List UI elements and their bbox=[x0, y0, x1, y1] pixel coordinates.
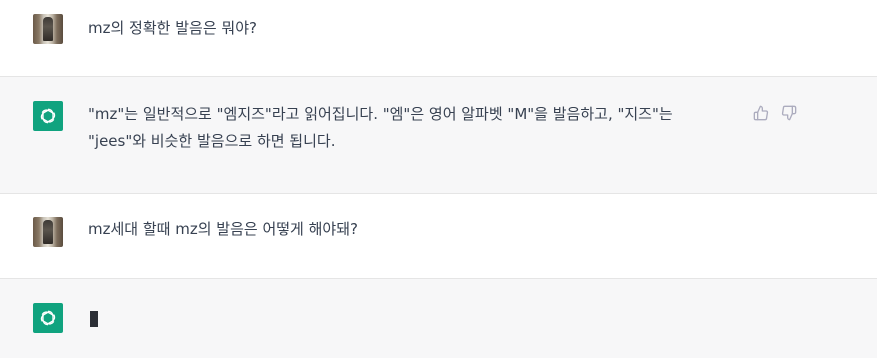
thumbs-up-icon[interactable] bbox=[752, 104, 770, 122]
chat-thread: mz의 정확한 발음은 뭐야? "mz"는 일반적으로 "엠지즈"라고 읽어집니… bbox=[0, 0, 877, 358]
user-message: mz세대 할때 mz의 발음은 어떻게 해야돼? bbox=[0, 194, 877, 278]
feedback-buttons bbox=[752, 104, 798, 122]
typing-cursor bbox=[90, 311, 98, 327]
assistant-message-text-line1: "mz"는 일반적으로 "엠지즈"라고 읽어집니다. "엠"은 영어 알파벳 "… bbox=[88, 105, 673, 123]
user-message-text: mz세대 할때 mz의 발음은 어떻게 해야돼? bbox=[88, 220, 358, 238]
assistant-message bbox=[0, 279, 877, 358]
user-avatar bbox=[33, 14, 63, 44]
user-avatar bbox=[33, 217, 63, 247]
assistant-message: "mz"는 일반적으로 "엠지즈"라고 읽어집니다. "엠"은 영어 알파벳 "… bbox=[0, 77, 877, 193]
openai-logo-icon bbox=[33, 303, 63, 333]
user-message-text: mz의 정확한 발음은 뭐야? bbox=[88, 19, 257, 37]
thumbs-down-icon[interactable] bbox=[780, 104, 798, 122]
user-message: mz의 정확한 발음은 뭐야? bbox=[0, 0, 877, 76]
openai-logo-icon bbox=[33, 101, 63, 131]
assistant-message-text-line2: "jees"와 비슷한 발음으로 하면 됩니다. bbox=[88, 132, 336, 150]
